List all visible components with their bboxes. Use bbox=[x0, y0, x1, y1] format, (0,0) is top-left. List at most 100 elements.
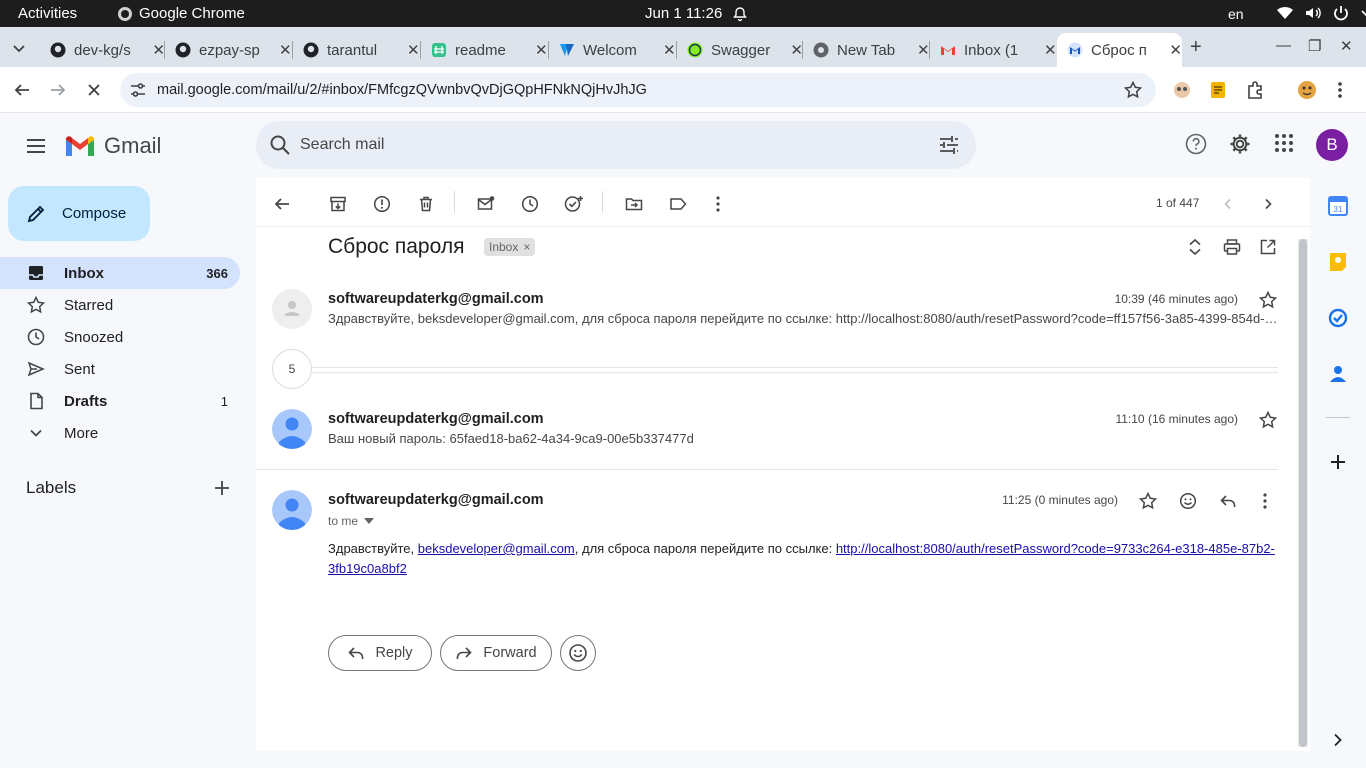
close-window-button[interactable]: ✕ bbox=[1340, 37, 1353, 55]
sidebar-item-more[interactable]: More bbox=[0, 417, 240, 449]
get-addons-button[interactable] bbox=[1327, 451, 1349, 473]
tasks-icon bbox=[1328, 308, 1348, 328]
tab-5[interactable]: Swagger ✕ bbox=[677, 33, 803, 67]
tab-title: New Tab bbox=[837, 41, 896, 59]
sidebar-item-sent[interactable]: Sent bbox=[0, 353, 240, 385]
expand-all-icon[interactable] bbox=[1188, 238, 1202, 256]
minimize-button[interactable]: — bbox=[1276, 37, 1291, 54]
browser-menu-icon[interactable] bbox=[1330, 80, 1350, 100]
inbox-label-chip[interactable]: Inbox × bbox=[484, 238, 536, 256]
settings-gear-icon[interactable] bbox=[1229, 133, 1251, 155]
site-settings-icon[interactable] bbox=[129, 81, 147, 99]
more-vertical-icon[interactable] bbox=[1262, 492, 1268, 510]
keep-app-button[interactable] bbox=[1327, 251, 1349, 273]
compose-button[interactable]: Compose bbox=[8, 186, 150, 241]
apps-grid-icon[interactable] bbox=[1274, 133, 1294, 153]
recipients-toggle[interactable]: to me bbox=[328, 514, 375, 528]
close-icon[interactable]: ✕ bbox=[663, 41, 676, 59]
close-icon[interactable]: ✕ bbox=[1169, 41, 1182, 59]
message-collapsed-1[interactable]: softwareupdaterkg@gmail.com 10:39 (46 mi… bbox=[256, 277, 1280, 337]
plus-icon bbox=[1331, 455, 1345, 469]
close-icon[interactable]: ✕ bbox=[279, 41, 292, 59]
more-actions-button[interactable] bbox=[708, 194, 728, 214]
message-collapsed-2[interactable]: softwareupdaterkg@gmail.com 11:10 (16 mi… bbox=[256, 397, 1280, 469]
account-avatar[interactable]: B bbox=[1316, 129, 1348, 161]
archive-button[interactable] bbox=[328, 194, 348, 214]
show-side-panel-button[interactable] bbox=[1327, 729, 1349, 751]
main-menu-icon[interactable] bbox=[26, 138, 46, 154]
tasks-app-button[interactable] bbox=[1327, 307, 1349, 329]
forward-button[interactable] bbox=[47, 79, 69, 101]
sidebar-item-inbox[interactable]: Inbox 366 bbox=[0, 257, 240, 289]
message-expanded: softwareupdaterkg@gmail.com 11:25 (0 min… bbox=[256, 477, 1280, 597]
tab-3[interactable]: readme ✕ bbox=[421, 33, 549, 67]
archive-icon bbox=[330, 196, 346, 212]
close-icon[interactable]: ✕ bbox=[407, 41, 420, 59]
clock[interactable]: Jun 1 11:26 bbox=[645, 5, 748, 22]
extension-notes-icon[interactable] bbox=[1208, 80, 1228, 100]
calendar-app-button[interactable]: 31 bbox=[1327, 195, 1349, 217]
emoji-reaction-icon[interactable] bbox=[1179, 492, 1197, 510]
remove-label-icon[interactable]: × bbox=[523, 240, 530, 254]
app-menu[interactable]: Google Chrome bbox=[118, 5, 245, 22]
forward-button[interactable]: Forward bbox=[440, 635, 552, 671]
open-new-window-icon[interactable] bbox=[1259, 238, 1277, 256]
older-button[interactable] bbox=[1258, 194, 1278, 214]
mark-unread-button[interactable] bbox=[476, 194, 496, 214]
back-button[interactable] bbox=[11, 79, 33, 101]
star-icon[interactable] bbox=[1139, 492, 1157, 510]
emoji-react-button[interactable] bbox=[560, 635, 596, 671]
tab-4[interactable]: Welcom ✕ bbox=[549, 33, 677, 67]
scrollbar-thumb[interactable] bbox=[1299, 239, 1307, 747]
sidebar-item-drafts[interactable]: Drafts 1 bbox=[0, 385, 240, 417]
back-to-inbox-button[interactable] bbox=[272, 194, 292, 214]
reply-button[interactable]: Reply bbox=[328, 635, 432, 671]
add-to-tasks-button[interactable] bbox=[564, 194, 584, 214]
close-icon[interactable]: ✕ bbox=[1044, 41, 1057, 59]
hidden-messages-count[interactable]: 5 bbox=[272, 349, 312, 389]
labels-button[interactable] bbox=[668, 194, 688, 214]
contacts-app-button[interactable] bbox=[1327, 363, 1349, 385]
tab-6[interactable]: New Tab ✕ bbox=[803, 33, 930, 67]
tab-2[interactable]: tarantul ✕ bbox=[293, 33, 421, 67]
delete-button[interactable] bbox=[416, 194, 436, 214]
extension-face-icon[interactable] bbox=[1172, 80, 1192, 100]
tab-1[interactable]: ezpay-sp ✕ bbox=[165, 33, 293, 67]
clock-text: Jun 1 11:26 bbox=[645, 5, 723, 22]
activities-button[interactable]: Activities bbox=[18, 5, 77, 22]
sidebar-item-starred[interactable]: Starred bbox=[0, 289, 240, 321]
maximize-button[interactable]: ❐ bbox=[1308, 37, 1321, 55]
recipient-email-link[interactable]: beksdeveloper@gmail.com bbox=[418, 541, 575, 556]
close-icon[interactable]: ✕ bbox=[917, 41, 930, 59]
address-bar[interactable]: mail.google.com/mail/u/2/#inbox/FMfcgzQV… bbox=[120, 73, 1156, 107]
language-indicator[interactable]: en bbox=[1228, 6, 1244, 22]
add-label-icon[interactable] bbox=[213, 479, 231, 497]
report-spam-button[interactable] bbox=[372, 194, 392, 214]
bookmark-star-icon[interactable] bbox=[1124, 81, 1142, 99]
tab-0[interactable]: dev-kg/s ✕ bbox=[40, 33, 165, 67]
star-icon[interactable] bbox=[1259, 291, 1277, 309]
move-to-button[interactable] bbox=[624, 194, 644, 214]
search-icon[interactable] bbox=[268, 133, 292, 157]
search-bar[interactable] bbox=[256, 121, 976, 169]
new-tab-button[interactable]: + bbox=[1190, 36, 1202, 59]
newer-button[interactable] bbox=[1218, 194, 1238, 214]
snooze-button[interactable] bbox=[520, 194, 540, 214]
close-icon[interactable]: ✕ bbox=[535, 41, 548, 59]
print-icon[interactable] bbox=[1223, 238, 1241, 256]
help-icon[interactable] bbox=[1185, 133, 1207, 155]
tab-search-button[interactable] bbox=[8, 37, 30, 59]
stop-loading-button[interactable] bbox=[83, 79, 105, 101]
profile-avatar-icon[interactable] bbox=[1297, 80, 1317, 100]
star-icon[interactable] bbox=[1259, 411, 1277, 429]
reply-icon[interactable] bbox=[1219, 492, 1237, 510]
search-options-icon[interactable] bbox=[938, 134, 960, 156]
search-input[interactable] bbox=[300, 133, 900, 157]
tab-7[interactable]: Inbox (1 ✕ bbox=[930, 33, 1057, 67]
thread-scrollbar[interactable] bbox=[1298, 239, 1308, 747]
tab-8-active[interactable]: Сброс п ✕ bbox=[1057, 33, 1182, 67]
extensions-puzzle-icon[interactable] bbox=[1245, 80, 1265, 100]
sidebar-item-snoozed[interactable]: Snoozed bbox=[0, 321, 240, 353]
system-tray[interactable] bbox=[1276, 4, 1366, 22]
gmail-logo[interactable]: Gmail bbox=[64, 133, 161, 159]
